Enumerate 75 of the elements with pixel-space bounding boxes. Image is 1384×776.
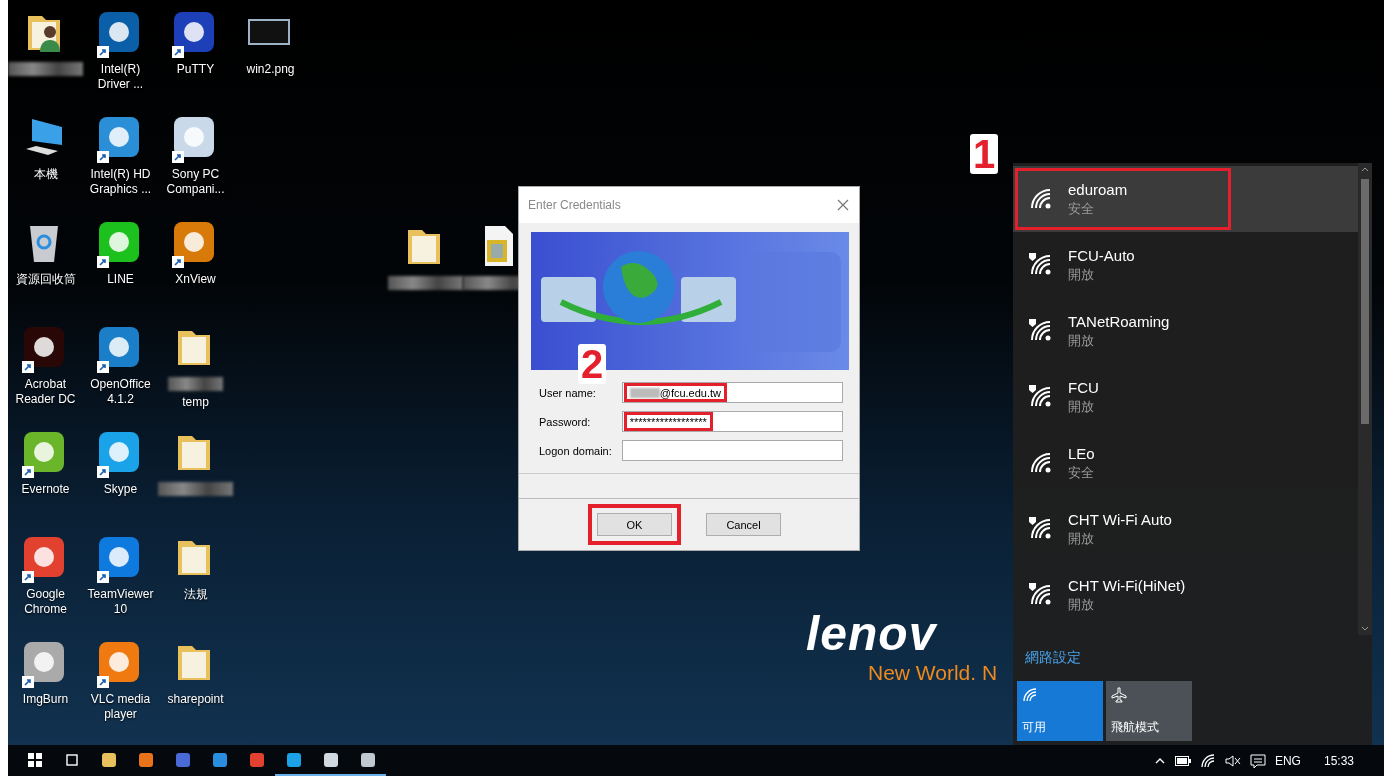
speaker-muted-icon[interactable] (1224, 753, 1241, 768)
network-item[interactable]: LEo 安全 (1013, 430, 1358, 496)
network-name: eduroam (1068, 180, 1128, 198)
icon-label[interactable]: 法規 (183, 587, 208, 602)
network-item[interactable]: eduroam 安全 (1013, 166, 1358, 232)
battery-icon[interactable] (1174, 755, 1191, 766)
network-item[interactable]: FCU 開放 (1013, 364, 1358, 430)
quick-action-tile[interactable]: 飛航模式 (1106, 681, 1192, 741)
wifi-icon (1022, 687, 1038, 703)
annotation-number: 1 (970, 134, 999, 174)
icon-label[interactable]: sharepoint (167, 692, 224, 707)
scroll-up-icon[interactable] (1361, 166, 1369, 172)
icon-label[interactable]: OpenOffice 4.1.2 (83, 377, 158, 407)
network-status: 安全 (1068, 199, 1095, 218)
brand-logo: lenov (806, 608, 937, 660)
icon-label[interactable]: Acrobat Reader DC (8, 377, 83, 407)
ok-button[interactable]: OK (597, 513, 672, 536)
cancel-button[interactable]: Cancel (706, 513, 781, 536)
network-status: 開放 (1068, 595, 1095, 614)
quick-action-tile[interactable]: 可用 (1017, 681, 1103, 741)
network-status: 開放 (1068, 397, 1095, 416)
annotation-number: 2 (578, 344, 607, 384)
windows-logo-icon (26, 751, 43, 768)
network-name: TANetRoaming (1068, 312, 1170, 330)
field-label: Password: (539, 415, 592, 428)
scroll-down-icon[interactable] (1361, 626, 1369, 632)
network-name: CHT Wi-Fi(HiNet) (1068, 576, 1186, 594)
field-label: Logon domain: (539, 444, 613, 457)
close-button[interactable] (835, 197, 851, 213)
network-name: LEo (1068, 444, 1095, 462)
network-status: 開放 (1068, 265, 1095, 284)
tagline: New World. N (868, 660, 998, 686)
icon-label[interactable]: LINE (107, 272, 134, 287)
airplane-icon (1111, 687, 1127, 703)
task-view-icon (63, 751, 80, 768)
input-field[interactable]: ****************** (621, 411, 843, 432)
scroll-thumb[interactable] (1361, 179, 1369, 424)
dialog-title: Enter Credentials (528, 198, 621, 212)
input-field[interactable]: @fcu.edu.tw (621, 382, 843, 403)
field-label: User name: (539, 386, 597, 399)
clock[interactable]: 15:33 (1323, 753, 1354, 768)
network-name: FCU (1068, 378, 1099, 396)
scrollbar[interactable] (1358, 163, 1372, 635)
network-name: FCU-Auto (1068, 246, 1135, 264)
icon-label[interactable]: ImgBurn (22, 692, 69, 707)
icon-label[interactable]: Intel(R) Driver ... (83, 62, 158, 92)
close-icon (837, 199, 849, 211)
icon-label[interactable]: TeamViewer 10 (83, 587, 158, 617)
icon-label[interactable]: 資源回收筒 (15, 272, 76, 287)
network-settings-link[interactable]: 網路設定 (1013, 635, 1372, 681)
icon-label[interactable]: Intel(R) HD Graphics ... (83, 167, 158, 197)
network-item[interactable]: FCU-Auto 開放 (1013, 232, 1358, 298)
icon-label[interactable]: Skype (103, 482, 138, 497)
icon-label[interactable]: Sony PC Compani... (158, 167, 233, 197)
icon-label[interactable]: PuTTY (176, 62, 215, 77)
icon-label[interactable]: temp (182, 395, 209, 410)
network-status: 開放 (1068, 331, 1095, 350)
icon-label[interactable]: XnView (175, 272, 216, 287)
icon-label[interactable]: Evernote (21, 482, 70, 497)
network-item[interactable]: CHT Wi-Fi Auto 開放 (1013, 496, 1358, 562)
network-item[interactable]: TANetRoaming 開放 (1013, 298, 1358, 364)
input-field[interactable] (621, 440, 843, 461)
network-name: CHT Wi-Fi Auto (1068, 510, 1172, 528)
field-value: @fcu.edu.tw (659, 386, 722, 399)
notification-icon[interactable] (1249, 752, 1266, 769)
network-item[interactable]: CHT Wi-Fi(HiNet) 開放 (1013, 562, 1358, 628)
icon-label[interactable]: 本機 (33, 167, 58, 182)
field-value: ****************** (629, 415, 707, 428)
icon-label[interactable]: VLC media player (83, 692, 158, 722)
network-status: 安全 (1068, 463, 1095, 482)
icon-label[interactable]: win2.png (246, 62, 295, 77)
wifi-icon[interactable] (1199, 752, 1216, 769)
language-indicator[interactable]: ENG (1274, 753, 1301, 768)
icon-label[interactable]: Google Chrome (8, 587, 83, 617)
network-status: 開放 (1068, 529, 1095, 548)
